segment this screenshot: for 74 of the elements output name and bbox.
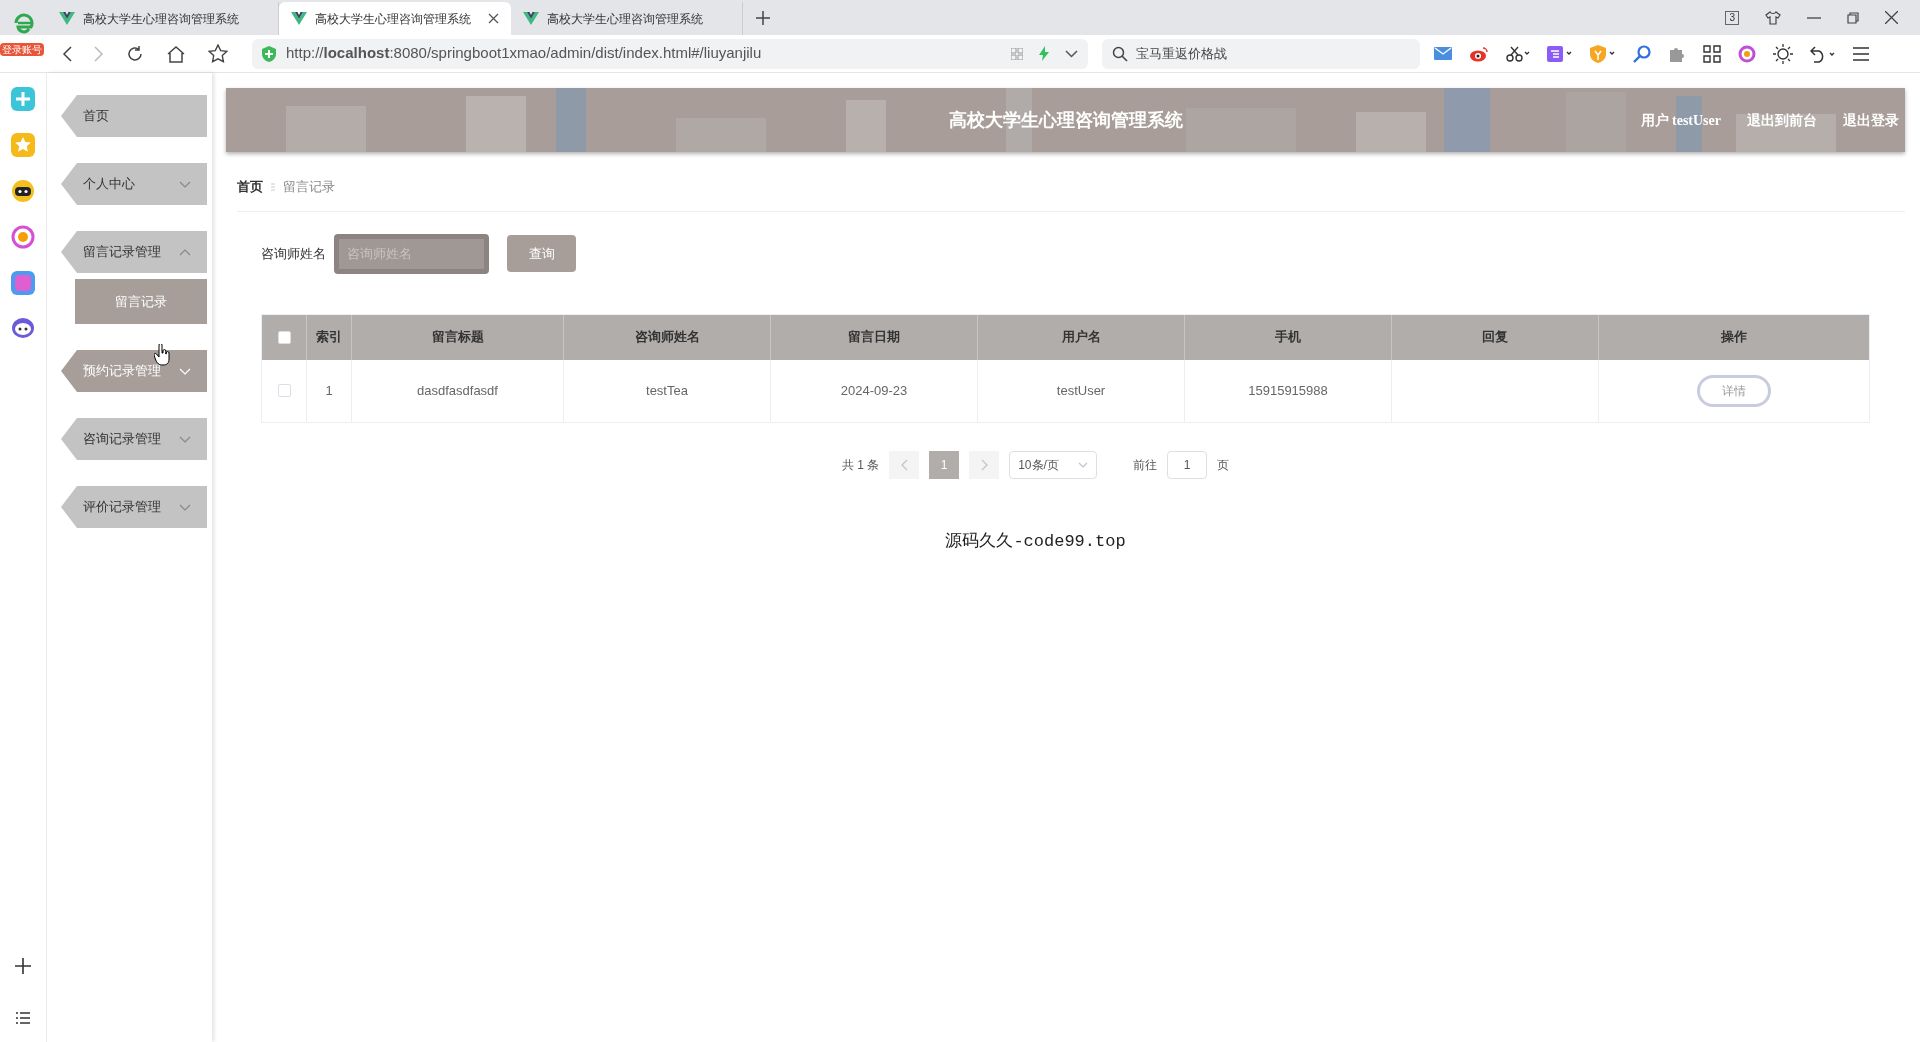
tab-count[interactable]: 3 (1725, 10, 1739, 25)
table-cell-text: testTea (646, 381, 688, 400)
column-header: 留言标题 (352, 314, 564, 360)
v-logo-icon (523, 12, 539, 25)
browser-tab[interactable]: 高校大学生心理咨询管理系统 (279, 2, 511, 35)
undo-icon[interactable] (1810, 44, 1836, 63)
star-icon[interactable] (208, 44, 228, 63)
menu-item[interactable]: 首页 (61, 95, 207, 137)
ghost-icon[interactable] (11, 317, 35, 339)
reload-icon[interactable] (126, 44, 144, 63)
grid-icon[interactable] (1703, 44, 1721, 63)
v-logo-icon (59, 12, 75, 25)
v-logo-icon (291, 12, 307, 25)
table-cell-text: dasdfasdfasdf (417, 381, 498, 400)
menu-item[interactable]: 评价记录管理 (61, 486, 207, 528)
login-badge[interactable]: 登录账号 (0, 43, 44, 56)
page-suffix: 页 (1217, 456, 1230, 474)
user-label: 用户 testUser (1640, 111, 1721, 130)
sun-icon[interactable] (1773, 43, 1793, 64)
shirt-icon[interactable] (1765, 10, 1781, 25)
chevron-left-icon (900, 458, 908, 471)
scissors-icon[interactable] (1506, 45, 1530, 62)
footer-text: 源码久久-code99.top (945, 530, 1126, 553)
column-header: 用户名 (978, 314, 1185, 360)
column-header: 回复 (1392, 314, 1599, 360)
menu-icon[interactable] (1853, 46, 1869, 61)
search-label: 咨询师姓名 (261, 244, 326, 263)
minimize-icon[interactable] (1807, 16, 1821, 19)
checkbox[interactable] (277, 330, 291, 344)
plus-icon[interactable] (15, 958, 31, 974)
ring-icon[interactable] (1738, 44, 1756, 63)
menu-item[interactable]: 留言记录管理 (61, 231, 207, 273)
checkbox[interactable] (277, 384, 291, 397)
column-header: 手机 (1185, 314, 1392, 360)
breadcrumb-link[interactable]: 首页 (237, 177, 263, 197)
plus-icon (756, 10, 770, 25)
column-header: 操作 (1720, 328, 1748, 347)
list-icon[interactable] (16, 1012, 30, 1024)
search-field[interactable]: 宝马重返价格战 (1102, 38, 1420, 69)
chevron-right-icon (980, 458, 988, 471)
close-icon[interactable] (1885, 11, 1898, 24)
table-cell-text: 2024-09-23 (840, 381, 908, 400)
mail-icon[interactable] (1434, 47, 1452, 60)
restore-icon[interactable] (1847, 11, 1859, 24)
back-icon[interactable] (62, 45, 72, 62)
chevron-down-icon[interactable] (1065, 49, 1078, 58)
rounded-square-icon[interactable] (11, 271, 35, 295)
page-size-select[interactable]: 10条/页 (1009, 450, 1098, 479)
table-cell-text: 15915915988 (1248, 381, 1328, 400)
column-header: 咨询师姓名 (564, 314, 771, 360)
goto-label: 前往 (1133, 456, 1158, 474)
home-icon[interactable] (166, 44, 186, 63)
breadcrumb-link[interactable]: 留言记录 (283, 177, 335, 197)
url-text: http://localhost:8080/springboot1xmao/admin/dist/index.html#/liuyanjilu (286, 43, 762, 64)
robot-icon[interactable] (11, 179, 35, 203)
table-cell-text: testUser (1056, 381, 1106, 400)
search-icon[interactable] (1633, 44, 1651, 63)
chevron-down-icon (1078, 461, 1089, 468)
total-count: 共 1 条 (841, 456, 880, 474)
menu-item[interactable]: 咨询记录管理 (61, 418, 207, 460)
page-number-field[interactable]: 1 (1167, 450, 1208, 479)
search-icon (1112, 45, 1128, 62)
system-title: 高校大学生心理咨询管理系统 (948, 108, 1183, 132)
shield-icon (262, 45, 276, 62)
menu-item[interactable]: 个人中心 (61, 163, 207, 205)
address-bar[interactable]: http://localhost:8080/springboot1xmao/admin/dist/index.html#/liuyanjilu (252, 38, 1088, 69)
close-icon[interactable] (488, 13, 499, 24)
translate-icon[interactable] (1547, 45, 1573, 62)
eye-icon[interactable] (1469, 45, 1489, 62)
column-header: 索引 (307, 314, 352, 360)
table-cell-text: 1 (325, 381, 333, 400)
column-header: 留言日期 (771, 314, 978, 360)
ring-icon[interactable] (11, 225, 35, 249)
hand-cursor-icon (154, 344, 170, 366)
